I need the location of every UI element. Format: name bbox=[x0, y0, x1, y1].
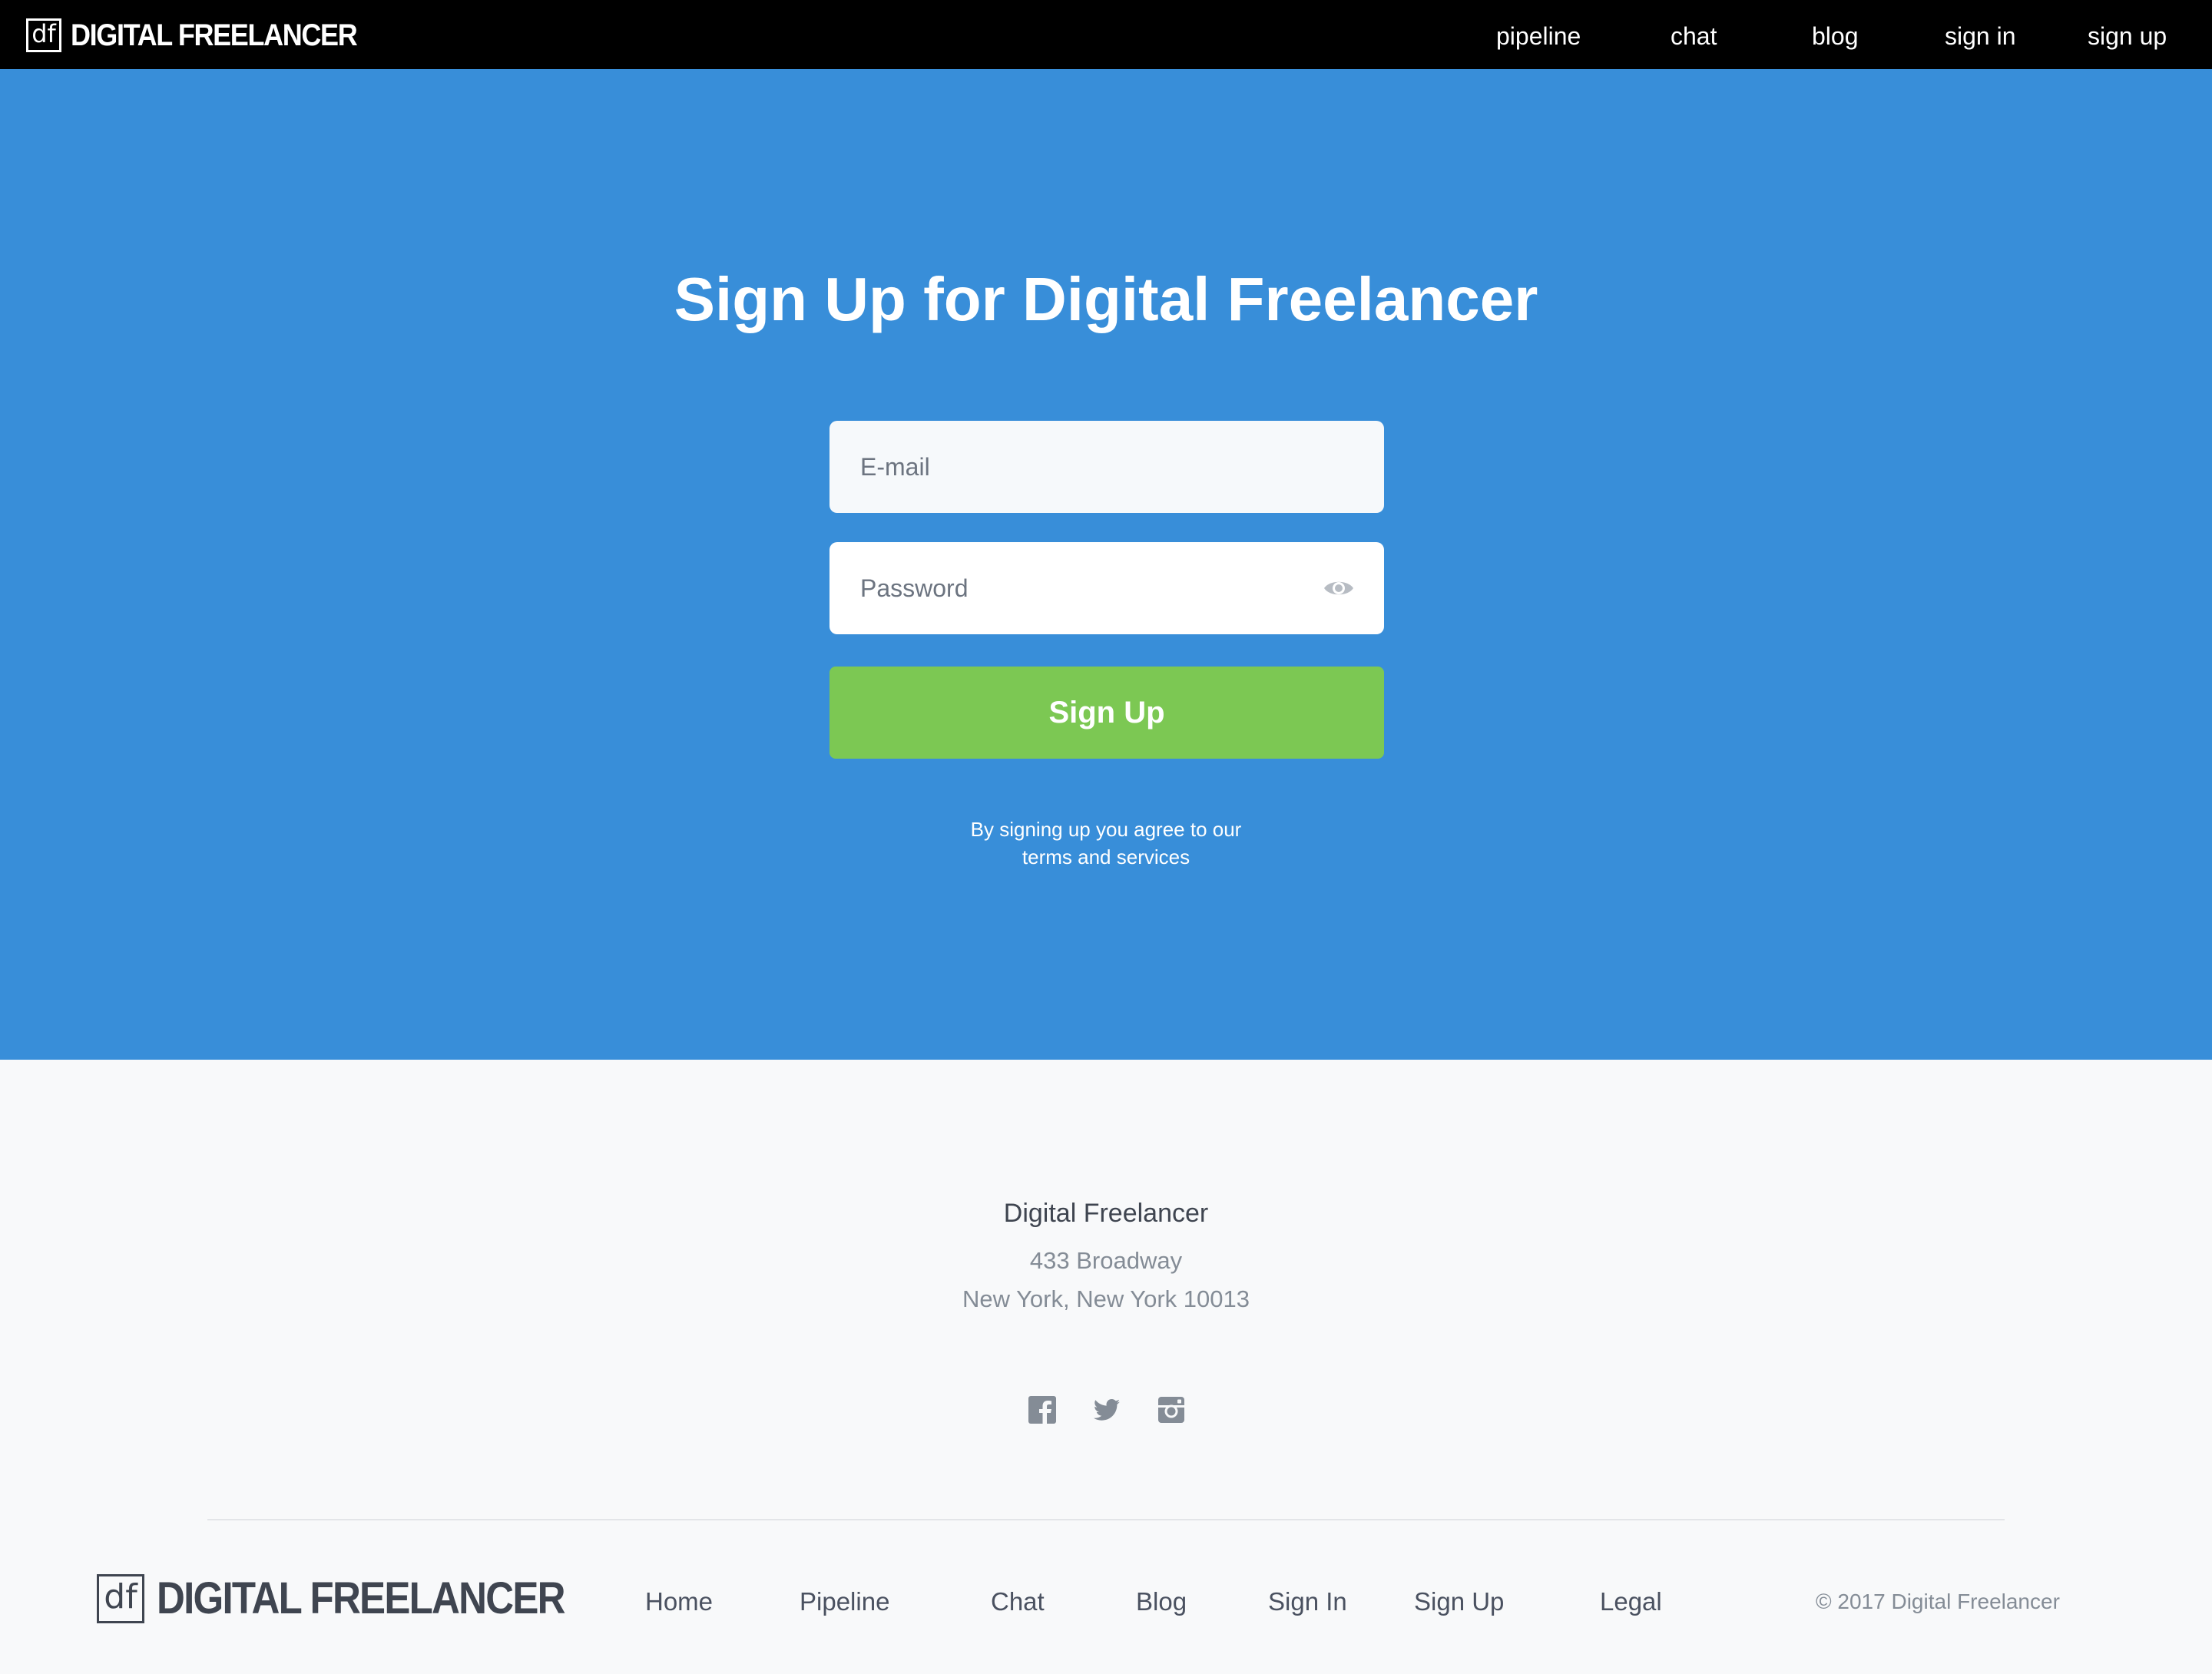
twitter-icon[interactable] bbox=[1092, 1395, 1121, 1424]
eye-icon[interactable] bbox=[1323, 574, 1355, 602]
page-title: Sign Up for Digital Freelancer bbox=[674, 265, 1538, 333]
footer-link-blog[interactable]: Blog bbox=[1136, 1585, 1187, 1619]
nav-link-sign-up[interactable]: sign up bbox=[2088, 21, 2167, 51]
footer-logo-wordmark: DIGITAL FREELANCER bbox=[157, 1573, 565, 1623]
footer-company-name: Digital Freelancer bbox=[1003, 1199, 1209, 1228]
site-footer: Digital Freelancer 433 Broadway New York… bbox=[0, 1060, 2212, 1674]
nav-link-sign-in[interactable]: sign in bbox=[1945, 21, 2016, 51]
nav-link-chat[interactable]: chat bbox=[1671, 21, 1717, 51]
footer-divider bbox=[207, 1519, 2005, 1520]
facebook-icon[interactable] bbox=[1028, 1395, 1057, 1424]
signup-submit-button[interactable]: Sign Up bbox=[830, 667, 1384, 759]
footer-logo-mark: df bbox=[97, 1573, 144, 1623]
logo-mark: df bbox=[26, 18, 61, 52]
instagram-icon[interactable] bbox=[1157, 1395, 1186, 1424]
nav-link-blog[interactable]: blog bbox=[1812, 21, 1859, 51]
logo-wordmark: DIGITAL FREELANCER bbox=[71, 18, 358, 52]
email-field-wrapper bbox=[830, 421, 1384, 513]
footer-address-line2: New York, New York 10013 bbox=[962, 1285, 1250, 1312]
footer-link-home[interactable]: Home bbox=[645, 1585, 713, 1619]
password-input[interactable] bbox=[830, 542, 1384, 634]
nav-link-pipeline[interactable]: pipeline bbox=[1496, 21, 1581, 51]
brand-logo[interactable]: df DIGITAL FREELANCER bbox=[26, 18, 389, 52]
terms-link[interactable]: terms and services bbox=[1022, 845, 1190, 868]
footer-link-sign-up[interactable]: Sign Up bbox=[1414, 1585, 1504, 1619]
terms-text: By signing up you agree to our bbox=[970, 818, 1242, 841]
terms-notice: By signing up you agree to our terms and… bbox=[0, 815, 2212, 871]
top-navbar: df DIGITAL FREELANCER pipeline chat blog… bbox=[0, 0, 2212, 69]
footer-link-chat[interactable]: Chat bbox=[991, 1585, 1045, 1619]
footer-brand-logo[interactable]: df DIGITAL FREELANCER bbox=[97, 1573, 620, 1624]
footer-link-legal[interactable]: Legal bbox=[1600, 1585, 1662, 1619]
copyright-text: © 2017 Digital Freelancer bbox=[1816, 1590, 2060, 1613]
footer-address-line1: 433 Broadway bbox=[1029, 1247, 1183, 1274]
email-input[interactable] bbox=[830, 421, 1384, 513]
footer-link-sign-in[interactable]: Sign In bbox=[1268, 1585, 1347, 1619]
password-field-wrapper bbox=[830, 542, 1384, 634]
signup-hero: Sign Up for Digital Freelancer Sign Up B… bbox=[0, 69, 2212, 1060]
footer-link-pipeline[interactable]: Pipeline bbox=[800, 1585, 889, 1619]
